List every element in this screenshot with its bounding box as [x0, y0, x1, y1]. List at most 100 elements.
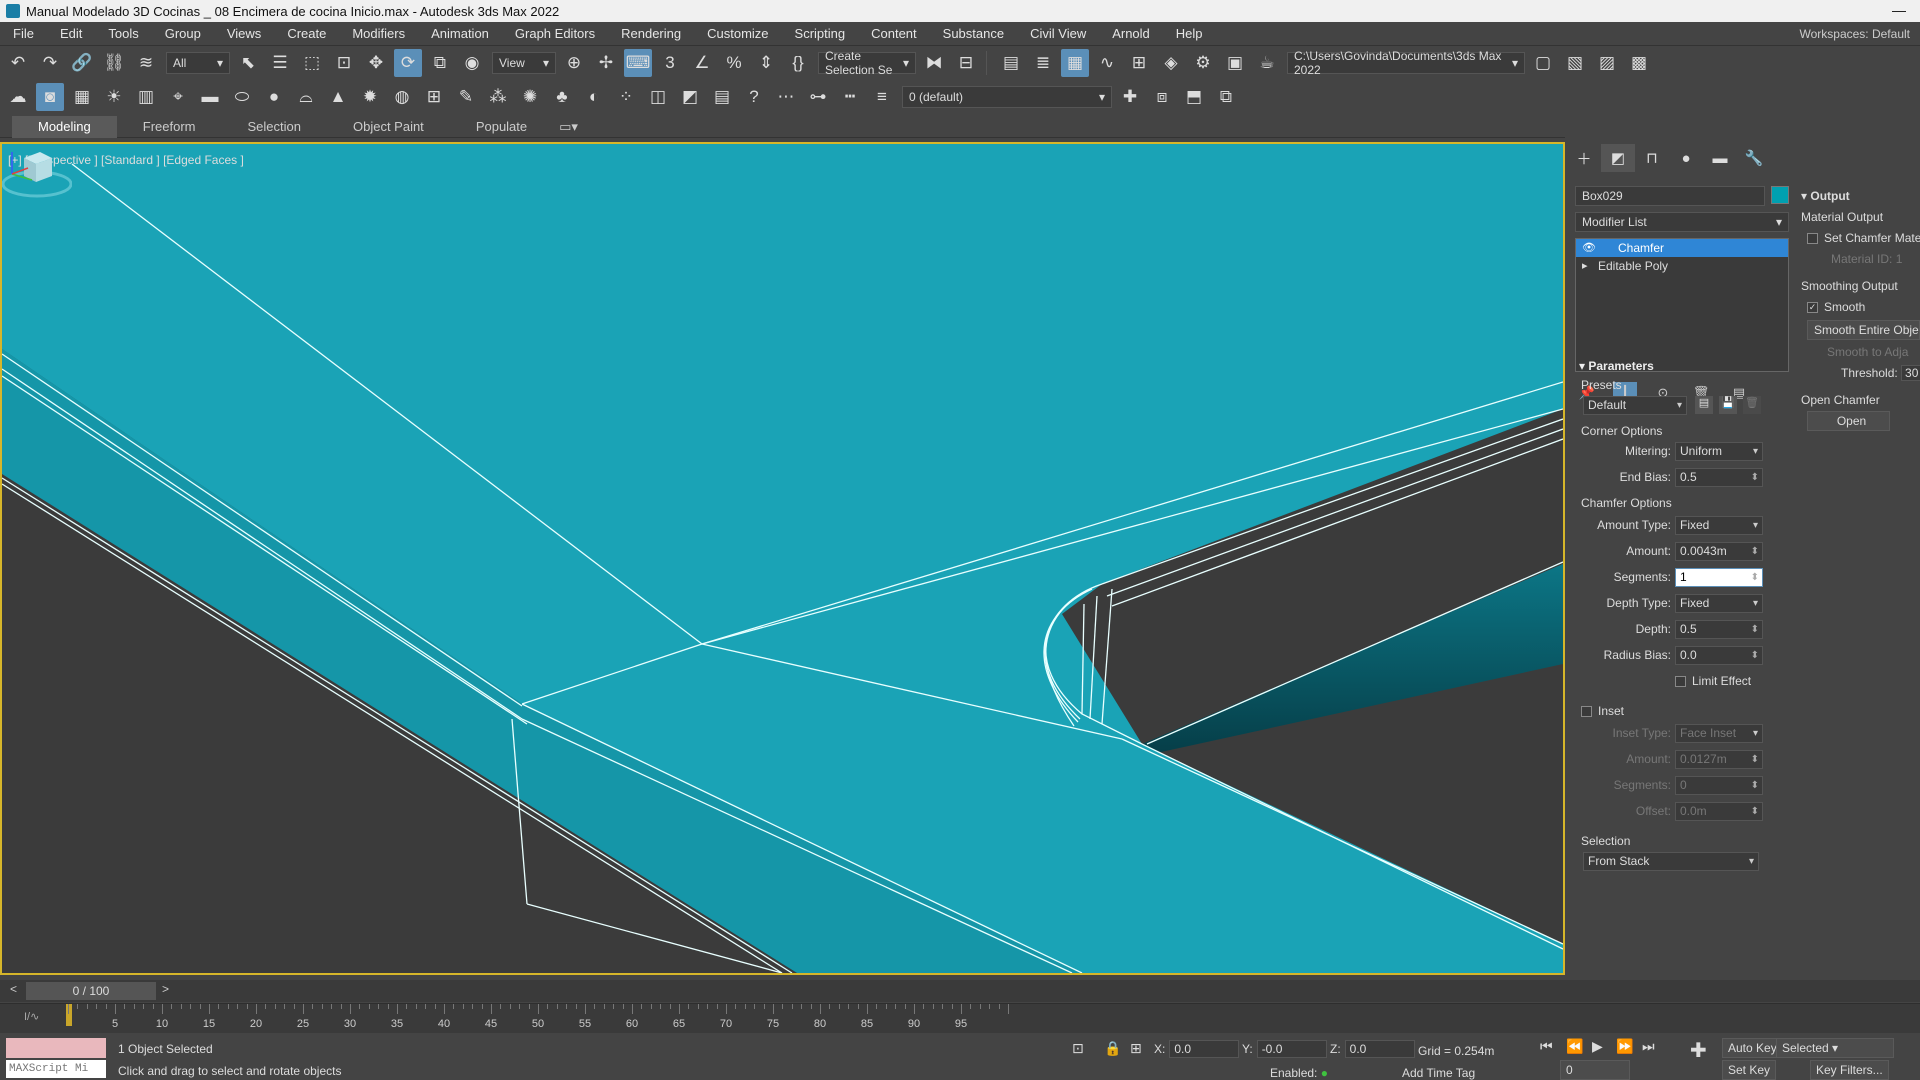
threshold-spinner[interactable]: 30: [1901, 365, 1920, 381]
tab-populate[interactable]: Populate: [450, 116, 553, 138]
current-frame-field[interactable]: 0: [1560, 1060, 1630, 1080]
preset-dropdown[interactable]: Default: [1583, 396, 1687, 415]
hierarchy-tab-icon[interactable]: ⊓: [1635, 144, 1669, 172]
bind-space-warp-icon[interactable]: ≋: [132, 49, 160, 77]
project-save-icon[interactable]: ▨: [1593, 49, 1621, 77]
layer-explorer-icon[interactable]: ≣: [1029, 49, 1057, 77]
maxscript-mini-input[interactable]: MAXScript Mi: [6, 1060, 106, 1078]
menu-tools[interactable]: Tools: [95, 26, 151, 41]
radius-bias-spinner[interactable]: 0.0: [1675, 646, 1763, 665]
preset-delete-icon[interactable]: 🗑: [1743, 396, 1761, 414]
scene-icon[interactable]: ☁: [4, 83, 32, 111]
depth-spinner[interactable]: 0.5: [1675, 620, 1763, 639]
open-button[interactable]: Open: [1807, 411, 1890, 431]
ref-coord-dropdown[interactable]: View ▾: [492, 52, 556, 74]
layer-stack-icon[interactable]: ⧈: [1148, 83, 1176, 111]
scene-explorer-icon[interactable]: ▤: [997, 49, 1025, 77]
redo-icon[interactable]: ↷: [36, 49, 64, 77]
snapshot-icon[interactable]: ▦: [68, 83, 96, 111]
create-tab-icon[interactable]: ＋: [1567, 144, 1601, 172]
unlink-icon[interactable]: ⛓: [100, 49, 128, 77]
tab-selection[interactable]: Selection: [222, 116, 327, 138]
ruler-icon[interactable]: ┅: [836, 83, 864, 111]
material-sphere-icon[interactable]: ◐: [580, 83, 608, 111]
track-bar[interactable]: I/∿ 5 10 15 20 25 30 35 40 45 50 55 60 65 70 75 80 85 90 9…: [0, 1003, 1920, 1033]
current-frame-marker[interactable]: [66, 1004, 72, 1026]
menu-civil-view[interactable]: Civil View: [1017, 26, 1099, 41]
motion-tab-icon[interactable]: ●: [1669, 144, 1703, 172]
layers-icon[interactable]: ≡: [868, 83, 896, 111]
edit-named-sets-icon[interactable]: {}: [784, 49, 812, 77]
paint-icon[interactable]: ✎: [452, 83, 480, 111]
selection-lock-icon[interactable]: 🔒: [1104, 1040, 1121, 1057]
selection-filter-dropdown[interactable]: All ▾: [166, 52, 230, 74]
light-lister-icon[interactable]: ☀: [100, 83, 128, 111]
minimize-button[interactable]: —: [1892, 2, 1906, 18]
menu-views[interactable]: Views: [214, 26, 274, 41]
keyboard-shortcut-icon[interactable]: ⌨: [624, 49, 652, 77]
output-header[interactable]: ▾ Output: [1801, 186, 1920, 207]
preset-save-icon[interactable]: 💾: [1719, 396, 1737, 414]
absolute-mode-icon[interactable]: ⊞: [1130, 1040, 1142, 1057]
maxscript-listener[interactable]: [6, 1038, 106, 1058]
ribbon-toggle-icon[interactable]: ▦: [1061, 49, 1089, 77]
project-path-dropdown[interactable]: C:\Users\Govinda\Documents\3ds Max 2022 ▾: [1287, 49, 1525, 77]
workspace-selector[interactable]: Workspaces: Default: [1800, 27, 1911, 41]
layer-dropdown[interactable]: 0 (default) ▾: [902, 86, 1112, 108]
box-primitive-icon[interactable]: ▬: [196, 83, 224, 111]
previous-frame-icon[interactable]: <: [10, 982, 17, 996]
menu-modifiers[interactable]: Modifiers: [339, 26, 418, 41]
selected-dropdown[interactable]: Selected ▾: [1776, 1038, 1894, 1058]
limit-effect-checkbox[interactable]: Limit Effect: [1675, 674, 1751, 688]
project-open-icon[interactable]: ▧: [1561, 49, 1589, 77]
move-icon[interactable]: ✥: [362, 49, 390, 77]
percent-snap-icon[interactable]: %: [720, 49, 748, 77]
menu-rendering[interactable]: Rendering: [608, 26, 694, 41]
expand-arrow-icon[interactable]: ▸: [1582, 257, 1588, 275]
place-icon[interactable]: ◉: [458, 49, 486, 77]
multi-material-icon[interactable]: ⁘: [612, 83, 640, 111]
menu-edit[interactable]: Edit: [47, 26, 95, 41]
mirror-icon[interactable]: ⧓: [920, 49, 948, 77]
help-icon[interactable]: ?: [740, 83, 768, 111]
preset-load-icon[interactable]: ▤: [1695, 396, 1713, 414]
render-icon[interactable]: ☕: [1253, 49, 1281, 77]
add-layer-icon[interactable]: ✚: [1116, 83, 1144, 111]
menu-customize[interactable]: Customize: [694, 26, 781, 41]
go-to-start-icon[interactable]: ⏮: [1540, 1038, 1553, 1055]
schematic-view-icon[interactable]: ⊞: [1125, 49, 1153, 77]
link-icon[interactable]: 🔗: [68, 49, 96, 77]
dotted-grid-icon[interactable]: ⋯: [772, 83, 800, 111]
modifier-list-dropdown[interactable]: Modifier List ▾: [1575, 212, 1789, 232]
offset-spinner[interactable]: 0.0m: [1675, 802, 1763, 821]
inset-segments-spinner[interactable]: 0: [1675, 776, 1763, 795]
z-field[interactable]: 0.0: [1344, 1040, 1415, 1058]
inset-checkbox[interactable]: Inset: [1581, 704, 1624, 718]
segments-spinner[interactable]: 1: [1675, 568, 1763, 587]
measure-icon[interactable]: ⊶: [804, 83, 832, 111]
play-icon[interactable]: ▶: [1592, 1038, 1603, 1055]
scale-icon[interactable]: ⧉: [426, 49, 454, 77]
set-key-button[interactable]: Set Key: [1722, 1060, 1777, 1080]
smooth-entire-object-button[interactable]: Smooth Entire Object: [1807, 320, 1920, 340]
select-object-icon[interactable]: ⬉: [234, 49, 262, 77]
menu-group[interactable]: Group: [152, 26, 214, 41]
stack-item-chamfer[interactable]: 👁 Chamfer: [1576, 239, 1788, 257]
curve-editor-icon[interactable]: ∿: [1093, 49, 1121, 77]
display-tab-icon[interactable]: ▬: [1703, 144, 1737, 172]
go-to-end-icon[interactable]: ⏭: [1642, 1038, 1655, 1055]
rendered-frame-icon[interactable]: ▣: [1221, 49, 1249, 77]
teapot-icon[interactable]: ⌓: [292, 83, 320, 111]
render-setup-icon[interactable]: ⚙: [1189, 49, 1217, 77]
pivot-icon[interactable]: ⊕: [560, 49, 588, 77]
camera-icon[interactable]: ⌖: [164, 83, 192, 111]
eye-icon[interactable]: 👁: [1582, 239, 1596, 257]
spinner-snap-icon[interactable]: ⇕: [752, 49, 780, 77]
window-crossing-icon[interactable]: ⊡: [330, 49, 358, 77]
next-key-icon[interactable]: ⏩: [1616, 1038, 1633, 1055]
named-selection-dropdown[interactable]: Create Selection Se ▾: [818, 49, 916, 77]
modify-tab-icon[interactable]: ◩: [1601, 144, 1635, 172]
select-manipulate-icon[interactable]: ✢: [592, 49, 620, 77]
track-bar-icon[interactable]: I/∿: [24, 1010, 39, 1023]
previous-key-icon[interactable]: ⏪: [1566, 1038, 1583, 1055]
